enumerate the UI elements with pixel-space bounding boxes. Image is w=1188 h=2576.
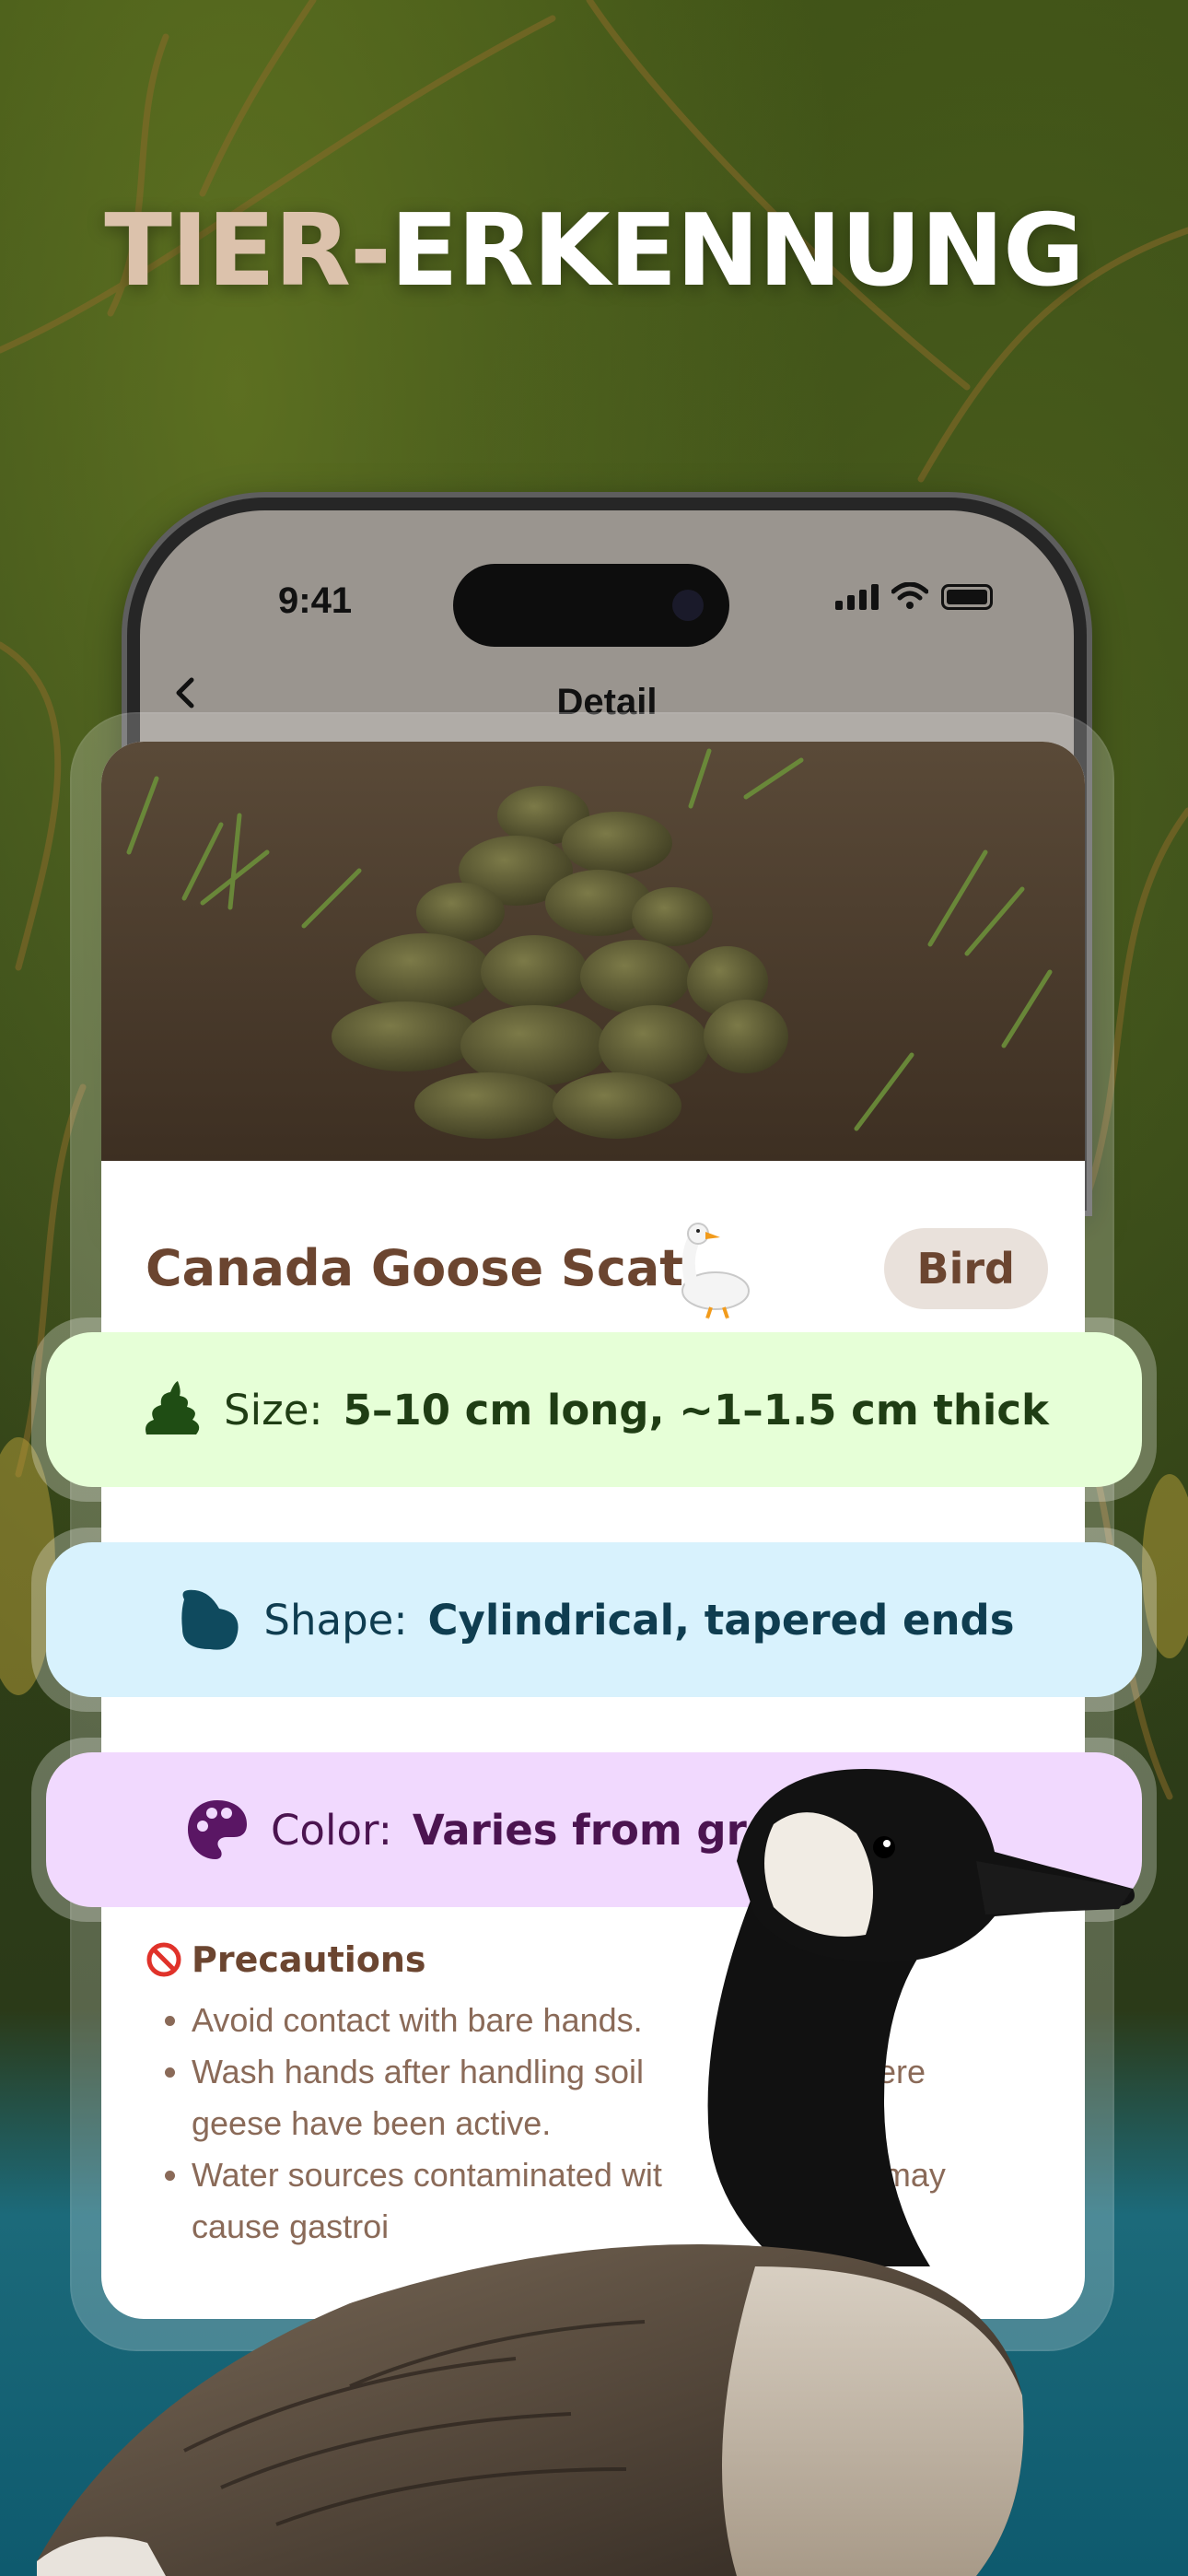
status-time: 9:41 [278, 580, 353, 621]
poop-icon [146, 1381, 200, 1434]
goose-icon [681, 1223, 750, 1319]
headline-part2: ERKENNUNG [390, 193, 1085, 309]
headline: TIER-ERKENNUNG [0, 193, 1188, 309]
size-label: Size: [224, 1385, 323, 1434]
shape-value: Cylindrical, tapered ends [427, 1595, 1015, 1645]
category-badge: Bird [883, 1228, 1048, 1309]
size-pill: Size: 5–10 cm long, ~1–1.5 cm thick [46, 1332, 1142, 1487]
shape-label: Shape: [263, 1595, 408, 1645]
status-icons [835, 582, 993, 610]
battery-icon [941, 584, 993, 610]
blob-shape-icon [181, 1589, 239, 1650]
headline-part1: TIER- [104, 193, 391, 309]
camera-icon [672, 590, 704, 621]
dynamic-island [453, 564, 729, 647]
scat-photo [101, 742, 1085, 1161]
card-title: Canada Goose Scat [146, 1239, 684, 1297]
shape-pill: Shape: Cylindrical, tapered ends [46, 1542, 1142, 1697]
signal-icon [835, 584, 879, 610]
wifi-icon [891, 582, 928, 609]
size-value: 5–10 cm long, ~1–1.5 cm thick [343, 1385, 1049, 1434]
canada-goose-illustration [37, 1769, 1135, 2576]
